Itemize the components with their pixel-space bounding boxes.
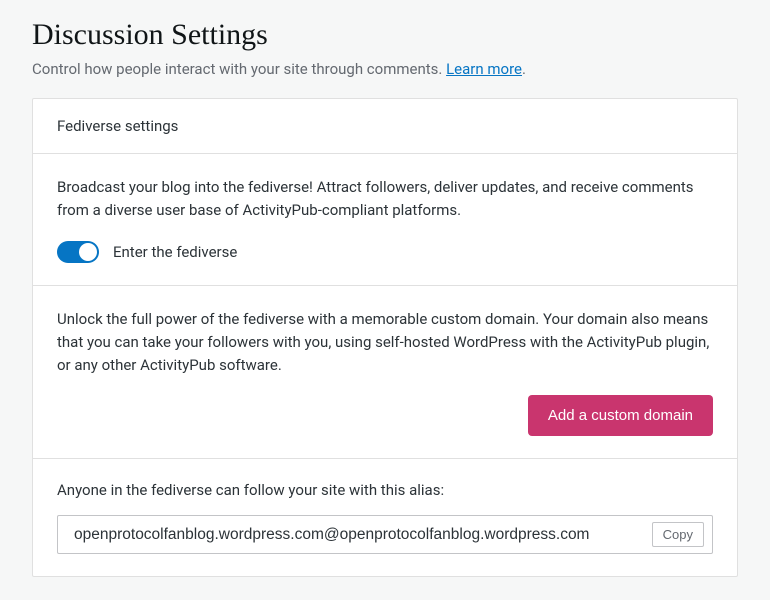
custom-domain-description: Unlock the full power of the fediverse w… [57, 308, 713, 378]
subtitle-text: Control how people interact with your si… [32, 60, 446, 78]
broadcast-description: Broadcast your blog into the fediverse! … [57, 176, 713, 223]
alias-label: Anyone in the fediverse can follow your … [57, 481, 713, 499]
alias-field-row: Copy [57, 515, 713, 554]
enter-fediverse-toggle[interactable] [57, 241, 99, 263]
alias-section: Anyone in the fediverse can follow your … [33, 459, 737, 576]
toggle-row: Enter the fediverse [57, 241, 713, 263]
add-custom-domain-button[interactable]: Add a custom domain [528, 395, 713, 436]
learn-more-link[interactable]: Learn more [446, 60, 522, 78]
alias-input[interactable] [72, 525, 644, 545]
toggle-knob-icon [79, 243, 97, 261]
subtitle-suffix: . [522, 60, 526, 78]
copy-button[interactable]: Copy [652, 522, 704, 547]
page-title: Discussion Settings [32, 18, 738, 52]
fediverse-settings-card: Fediverse settings Broadcast your blog i… [32, 98, 738, 577]
card-header: Fediverse settings [33, 99, 737, 154]
button-row: Add a custom domain [57, 395, 713, 436]
toggle-label: Enter the fediverse [113, 243, 237, 261]
page-subtitle: Control how people interact with your si… [32, 60, 738, 78]
enter-fediverse-section: Broadcast your blog into the fediverse! … [33, 154, 737, 286]
custom-domain-section: Unlock the full power of the fediverse w… [33, 286, 737, 460]
